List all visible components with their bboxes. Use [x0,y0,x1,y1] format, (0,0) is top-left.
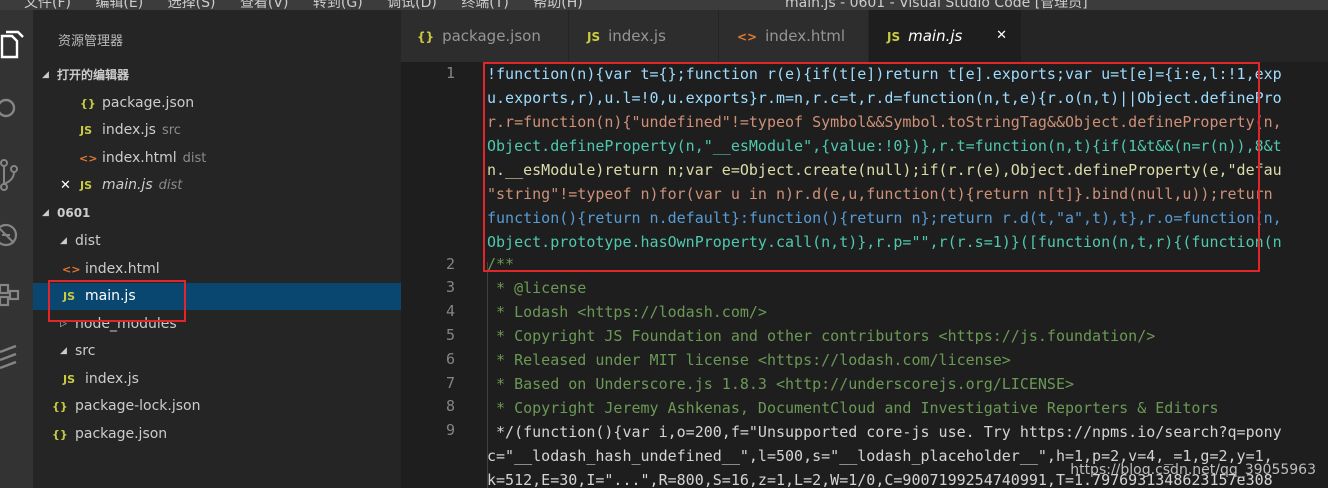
explorer-sidebar: 资源管理器 ◢ 打开的编辑器 {} package.json JS index.… [33,10,401,488]
open-editor-folder: dist [158,178,183,193]
tab-label: index.js [608,27,666,45]
file-src-index-js[interactable]: JS index.js [33,366,401,393]
file-label: package.json [75,426,168,442]
menu-terminal[interactable]: 终端(T) [461,0,508,10]
tab-main-js[interactable]: JS main.js ✕ [869,10,1022,62]
js-file-icon: JS [80,179,93,192]
json-file-icon: {} [80,97,96,110]
explorer-title: 资源管理器 [58,34,124,49]
open-editors-header[interactable]: ◢ 打开的编辑器 [33,62,401,89]
open-editor-name: index.js [102,122,156,138]
code-line: */(function(){var i,o=200,f="Unsupported… [487,423,1282,441]
extensions-icon[interactable] [0,275,33,315]
comment-line: * Released under MIT license <https://lo… [487,351,1011,369]
activity-bar [0,10,33,488]
line-number: 8 [445,397,455,415]
js-file-icon: JS [63,373,76,386]
line-number: 4 [445,302,455,320]
comment-line: * @license [487,279,587,297]
open-editor-index-html[interactable]: <> index.html dist [33,145,401,172]
open-editor-name: package.json [102,95,195,111]
line-number: 7 [445,374,455,392]
js-file-icon: JS [80,124,93,137]
open-editor-name: main.js [102,177,153,193]
workspace-label: 0601 [57,206,91,220]
folder-src[interactable]: ◢ src [33,338,401,365]
folder-label: dist [75,233,101,249]
source-control-icon[interactable] [0,155,33,195]
chevron-down-icon: ◢ [42,208,49,218]
json-file-icon: {} [52,428,68,441]
html-file-icon: <> [62,263,81,276]
menu-help[interactable]: 帮助(H) [533,0,582,10]
open-editor-name: index.html [102,150,177,166]
menu-view[interactable]: 查看(V) [240,0,289,10]
menu-selection[interactable]: 选择(S) [168,0,216,10]
open-editor-main-js[interactable]: ✕ JS main.js dist [33,172,401,199]
js-file-icon: JS [587,30,601,44]
comment-line: * Copyright JS Foundation and other cont… [487,327,1156,345]
menu-debug[interactable]: 调试(D) [387,0,437,10]
tab-index-js[interactable]: JS index.js [569,10,719,62]
window-title: main.js - 0601 - Visual Studio Code [管理员… [785,0,1088,10]
menu-go[interactable]: 转到(G) [313,0,363,10]
code-editor[interactable]: 1 2 3 4 5 6 7 8 9 !function(n){var t={};… [401,62,1328,488]
file-package-lock-json[interactable]: {} package-lock.json [33,393,401,420]
open-editor-index-js[interactable]: JS index.js src [33,117,401,144]
comment-line: * Based on Underscore.js 1.8.3 <http://u… [487,375,1074,393]
remote-icon[interactable] [0,338,33,378]
chevron-down-icon: ◢ [42,70,49,80]
editor-tabs: {} package.json JS index.js <> index.html J… [401,10,1328,62]
watermark: https://blog.csdn.net/qq_39055963 [1070,462,1316,478]
line-number: 3 [445,278,455,296]
tab-label: index.html [765,27,846,45]
line-number: 5 [445,326,455,344]
html-file-icon: <> [737,30,758,44]
open-editors-label: 打开的编辑器 [57,68,130,82]
tab-label: main.js [908,27,963,45]
menu-edit[interactable]: 编辑(E) [95,0,143,10]
menu-file[interactable]: 文件(F) [24,0,71,10]
folder-dist[interactable]: ◢ dist [33,228,401,255]
json-file-icon: {} [52,400,68,413]
chevron-down-icon: ◢ [60,346,67,356]
annotation-box-code [483,62,1260,272]
tab-package-json[interactable]: {} package.json [401,10,569,62]
explorer-icon[interactable] [0,28,33,68]
comment-line: * Copyright Jeremy Ashkenas, DocumentClo… [487,399,1219,417]
js-file-icon: JS [887,30,901,44]
folder-label: src [75,343,96,359]
menu-bar: 文件(F) 编辑(E) 选择(S) 查看(V) 转到(G) 调试(D) 终端(T… [0,0,1328,10]
workspace-header[interactable]: ◢ 0601 [33,200,401,227]
line-number: 2 [445,255,455,273]
search-icon[interactable] [0,88,33,128]
close-icon[interactable]: ✕ [996,10,1007,62]
file-label: index.html [85,261,160,277]
menu-items: 文件(F) 编辑(E) 选择(S) 查看(V) 转到(G) 调试(D) 终端(T… [24,0,603,10]
line-number: 6 [445,350,455,368]
line-number: 1 [445,64,455,82]
chevron-down-icon: ◢ [60,236,67,246]
json-file-icon: {} [417,30,435,44]
tab-label: package.json [442,27,541,45]
html-file-icon: <> [79,152,98,165]
close-icon[interactable]: ✕ [60,172,71,199]
file-label: index.js [85,371,139,387]
open-editor-folder: src [161,123,181,138]
file-package-json[interactable]: {} package.json [33,421,401,448]
file-dist-index-html[interactable]: <> index.html [33,256,401,283]
open-editor-package-json[interactable]: {} package.json [33,90,401,117]
tab-index-html[interactable]: <> index.html [719,10,869,62]
line-number: 9 [445,421,455,439]
file-label: package-lock.json [75,398,201,414]
annotation-box-main-js [48,280,186,322]
debug-icon[interactable] [0,215,33,255]
comment-line: * Lodash <https://lodash.com/> [487,303,767,321]
open-editor-folder: dist [182,151,207,166]
